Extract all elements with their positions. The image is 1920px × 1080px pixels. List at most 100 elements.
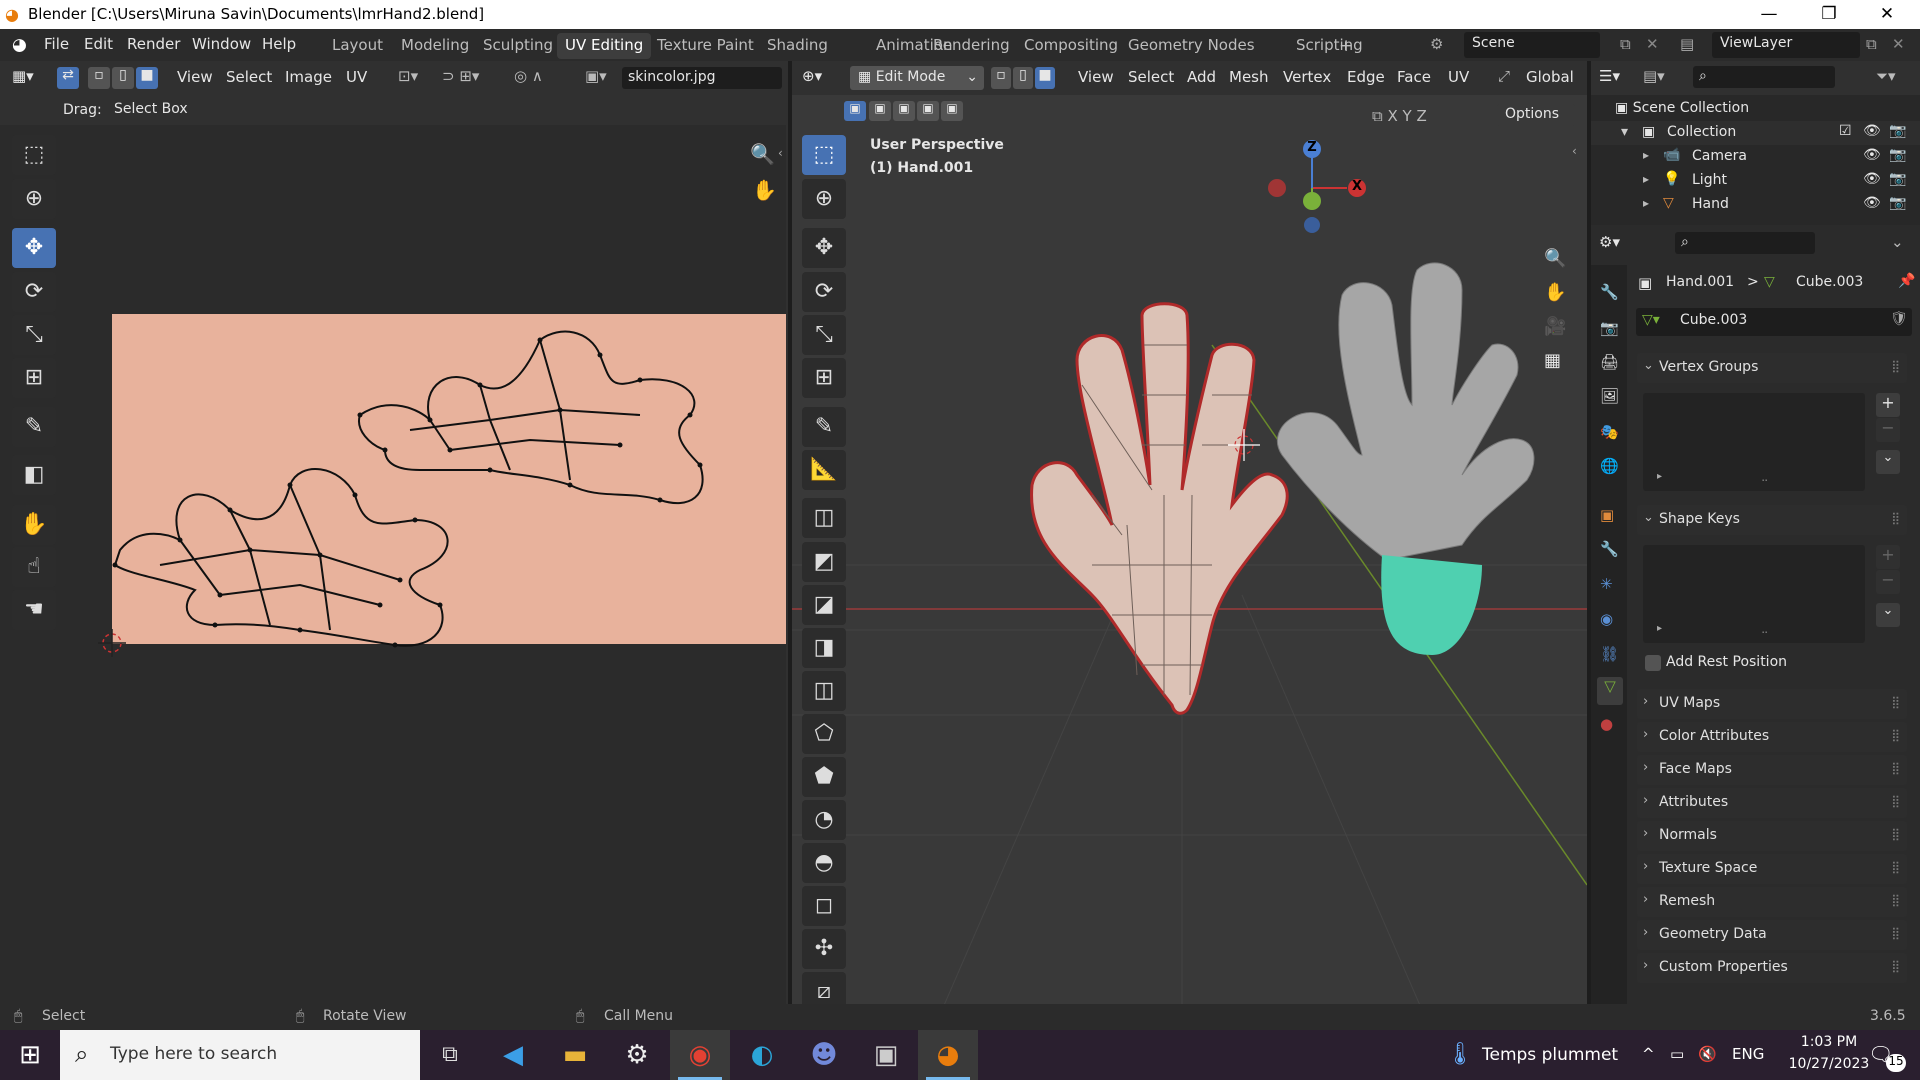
transform-orientation-value[interactable]: Global (1526, 68, 1574, 86)
list-resize-grip-icon[interactable]: ⣀ (1761, 623, 1768, 634)
physics-tab-icon[interactable]: ◉ (1600, 610, 1613, 628)
gizmo-z[interactable]: Z (1303, 140, 1321, 158)
camera-view-icon[interactable]: 🎥 (1544, 316, 1566, 337)
expand-toggle-icon[interactable]: ▸ (1643, 148, 1649, 162)
pinch-tool[interactable]: ☚ (12, 590, 56, 630)
modifier-tab-icon[interactable]: 🔧 (1600, 540, 1619, 558)
shape-key-specials-button[interactable]: ⌄ (1876, 603, 1900, 627)
axis-z[interactable]: Z (1417, 107, 1427, 125)
drag-mode-dropdown[interactable]: Select Box (110, 99, 206, 121)
select-intersect-icon[interactable]: ▣ (941, 101, 963, 121)
tab-rendering[interactable]: Rendering (925, 33, 1018, 59)
tab-modeling[interactable]: Modeling (393, 33, 477, 59)
vp-transform-tool[interactable]: ⊞ (802, 358, 846, 398)
vp-move-tool[interactable]: ✥ (802, 228, 846, 268)
tab-shading[interactable]: Shading (759, 33, 836, 59)
vp-smooth-tool[interactable]: ◓ (802, 843, 846, 883)
settings-icon[interactable]: ⚙ (607, 1030, 667, 1080)
light-render-icon[interactable]: 📷 (1889, 171, 1906, 187)
select-extend-icon[interactable]: ▣ (869, 101, 891, 121)
scene-selector[interactable]: Scene (1464, 32, 1600, 58)
outliner-editor-type-icon[interactable]: ☰▾ (1599, 67, 1620, 85)
pivot-icon[interactable]: ⊡▾ (398, 67, 418, 85)
drag-grip-icon[interactable]: ⣿ (1891, 359, 1900, 373)
options-dropdown[interactable]: Options (1497, 104, 1575, 126)
proportional-edit-icon[interactable]: ◎ ∧ (514, 67, 543, 85)
drag-grip-icon[interactable]: ⣿ (1891, 511, 1900, 525)
editor-type-icon[interactable]: ▦▾ (12, 67, 34, 85)
tool-tab-icon[interactable]: 🔧 (1600, 283, 1619, 301)
blender-taskbar-icon[interactable]: ◕ (918, 1030, 978, 1080)
outliner-row-hand[interactable]: ▸ ▽ Hand 👁 📷 (1591, 193, 1920, 217)
menu-render[interactable]: Render (127, 35, 180, 53)
vp-poly-build-tool[interactable]: ⬟ (802, 757, 846, 797)
mirror-icon[interactable]: ⧉ (1372, 107, 1387, 125)
uv-menu-uv[interactable]: UV (346, 68, 367, 86)
vp-measure-tool[interactable]: 📐 (802, 450, 846, 490)
transform-tool[interactable]: ⊞ (12, 358, 56, 398)
vp-cursor-tool[interactable]: ⊕ (802, 179, 846, 219)
uv-menu-view[interactable]: View (177, 68, 213, 86)
sidebar-toggle-icon[interactable]: ‹ (778, 146, 783, 160)
drag-grip-icon[interactable]: ⣿ (1891, 695, 1900, 709)
vp-knife-tool[interactable]: ⬠ (802, 714, 846, 754)
select-subtract-icon[interactable]: ▣ (893, 101, 915, 121)
grab-tool[interactable]: ✋ (12, 505, 56, 545)
vp-menu-view[interactable]: View (1078, 68, 1114, 86)
expand-toggle-icon[interactable]: ▸ (1643, 196, 1649, 210)
uv-sync-icon[interactable]: ⇄ (57, 67, 79, 89)
hand-render-icon[interactable]: 📷 (1889, 195, 1906, 211)
remove-view-layer-icon[interactable]: ✕ (1892, 35, 1905, 53)
select-box-tool[interactable]: ⬚ (12, 135, 56, 175)
view-layer-selector[interactable]: ViewLayer (1712, 32, 1860, 58)
outliner-row-light[interactable]: ▸ 💡 Light 👁 📷 (1591, 169, 1920, 193)
shape-keys-panel-header[interactable]: ⌄ Shape Keys ⣿ (1637, 505, 1907, 535)
vp-menu-select[interactable]: Select (1128, 68, 1174, 86)
axis-x[interactable]: X (1387, 107, 1397, 125)
list-resize-grip-icon[interactable]: ⣀ (1761, 471, 1768, 482)
zoom-icon[interactable]: 🔍 (750, 142, 775, 166)
outliner-scene-collection[interactable]: ▣ Scene Collection (1615, 100, 1749, 116)
snap-icon[interactable]: ⊃ ⊞▾ (442, 67, 479, 85)
custom-properties-panel-header[interactable]: › Custom Properties ⣿ (1637, 953, 1907, 983)
tab-compositing[interactable]: Compositing (1016, 33, 1126, 59)
camera-visibility-icon[interactable]: 👁 (1863, 147, 1881, 163)
face-maps-panel-header[interactable]: › Face Maps ⣿ (1637, 755, 1907, 785)
tab-layout[interactable]: Layout (324, 33, 391, 59)
select-new-icon[interactable]: ▣ (844, 101, 866, 121)
select-invert-icon[interactable]: ▣ (917, 101, 939, 121)
attributes-panel-header[interactable]: › Attributes ⣿ (1637, 788, 1907, 818)
edge-select-icon[interactable]: ▯ (112, 67, 134, 89)
expand-toggle-icon[interactable]: ▸ (1643, 172, 1649, 186)
close-button[interactable]: ✕ (1864, 2, 1910, 28)
vp-menu-face[interactable]: Face (1397, 68, 1431, 86)
scene-tab-icon[interactable]: 🎭 (1600, 423, 1619, 441)
drag-grip-icon[interactable]: ⣿ (1891, 794, 1900, 808)
language-indicator[interactable]: ENG (1732, 1045, 1764, 1063)
taskbar-time[interactable]: 1:03 PM (1787, 1034, 1871, 1050)
mesh-data-tab-icon[interactable]: ▽ (1597, 677, 1623, 705)
collection-visibility-icon[interactable]: 👁 (1863, 123, 1881, 139)
collection-render-icon[interactable]: 📷 (1889, 123, 1906, 139)
view-layer-icon[interactable]: ▤ (1680, 35, 1694, 53)
vp-rotate-tool[interactable]: ⟳ (802, 272, 846, 312)
normals-panel-header[interactable]: › Normals ⣿ (1637, 821, 1907, 851)
outliner-row-collection[interactable]: ▾ ▣ Collection ☑ 👁 📷 (1591, 121, 1920, 145)
fake-user-shield-icon[interactable]: 🛡 (1890, 311, 1908, 327)
edge-mode-icon[interactable]: ▯ (1013, 67, 1033, 89)
mode-dropdown[interactable]: ▦ Edit Mode ⌄ (850, 66, 984, 90)
vp-spin-tool[interactable]: ◔ (802, 800, 846, 840)
menu-file[interactable]: File (44, 35, 69, 53)
filter-icon[interactable]: ⏷▾ (1876, 67, 1896, 85)
list-expand-icon[interactable]: ▸ (1657, 623, 1662, 634)
material-tab-icon[interactable]: ● (1600, 715, 1613, 733)
vp-extrude-tool[interactable]: ◩ (802, 542, 846, 582)
cursor-tool[interactable]: ⊕ (12, 179, 56, 219)
vp-menu-edge[interactable]: Edge (1347, 68, 1385, 86)
vp-menu-uv[interactable]: UV (1448, 68, 1469, 86)
color-attributes-panel-header[interactable]: › Color Attributes ⣿ (1637, 722, 1907, 752)
viewport-editor-type-icon[interactable]: ⊕▾ (802, 67, 822, 85)
uv-menu-image[interactable]: Image (285, 68, 332, 86)
properties-search-input[interactable]: ⌕ (1675, 232, 1815, 254)
pin-icon[interactable]: 📌 (1898, 273, 1915, 289)
